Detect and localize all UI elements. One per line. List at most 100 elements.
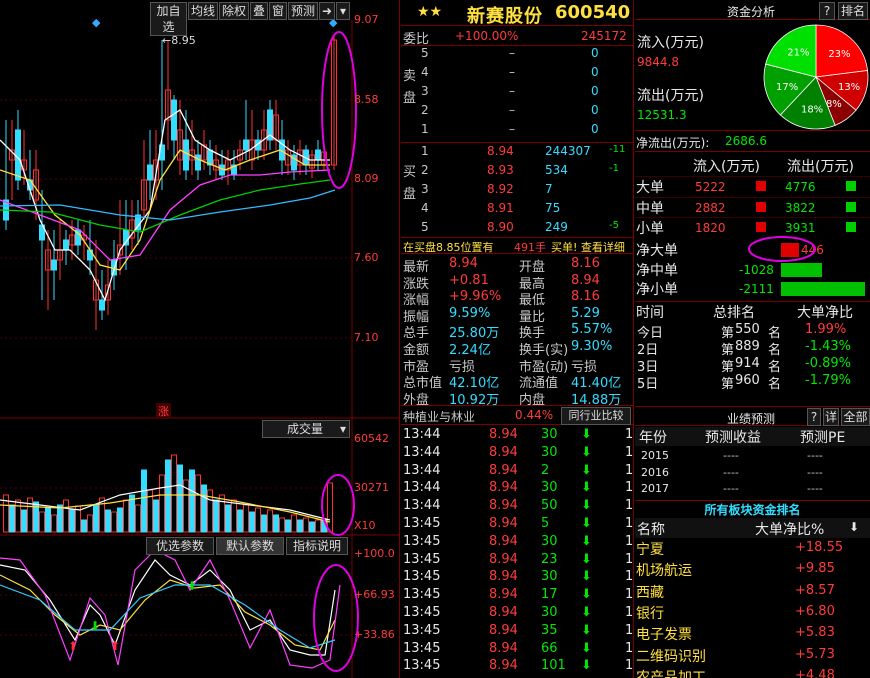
highlight-circle-volume	[321, 474, 355, 536]
sell-level[interactable]: 4–0	[419, 65, 632, 84]
outflow-square	[846, 201, 856, 212]
buy-level[interactable]: 4 8.91 75	[419, 201, 632, 220]
volume-bar	[81, 519, 87, 533]
ranking-table: 时间 总排名 大单净比 今日第 550 名 1.99% 2日第 889 名 -1.43% 3日第 914…	[635, 302, 870, 392]
order-size-table: 大单 5222 4776 中单 2882 3822 小单 1820 3931	[635, 176, 870, 238]
arrow-up-icon: ⬆	[68, 639, 78, 653]
add-favorite-button[interactable]: 加自选	[150, 2, 187, 36]
capital-pie-chart: 23%13%8%18%17%21%	[763, 24, 869, 130]
sort-desc-icon[interactable]: ⬇	[849, 520, 859, 534]
big-order-notice[interactable]: 在买盘8.85位置有 491手 买单! 查看详细	[401, 237, 634, 254]
chevron-down-icon[interactable]: ▾	[336, 2, 350, 20]
candle-body	[99, 299, 105, 311]
forecast-button[interactable]: 预测	[288, 2, 318, 20]
buy-level[interactable]: 1 8.94 244307 -11	[419, 144, 632, 163]
kline-chart[interactable]: ◆ ◆ ◆ ⬆ ⬆ ⬇ ⬇	[0, 0, 400, 678]
inflow-value: 9844.8	[637, 55, 679, 69]
volume-bar	[297, 519, 303, 533]
tab-default-params[interactable]: 默认参数	[216, 537, 284, 555]
volume-bar	[63, 499, 69, 533]
arrow-down-icon: ⬇	[581, 498, 592, 514]
tab-indicator-help[interactable]: 指标说明	[286, 537, 348, 555]
arrow-up-icon: ⬆	[110, 639, 120, 653]
sector-rank-row[interactable]: 机场航运 +9.85	[635, 560, 870, 579]
volume-bar	[195, 474, 201, 533]
ma-button[interactable]: 均线	[188, 2, 218, 20]
sector-rank-row[interactable]: 银行 +6.80	[635, 603, 870, 622]
sector-rank-row[interactable]: 二维码识别 +5.73	[635, 646, 870, 665]
tick-row: 13:45 8.94 66 ⬇ 1	[403, 640, 634, 656]
exright-button[interactable]: 除权	[219, 2, 249, 20]
volume-bar	[225, 504, 231, 533]
candle-body	[147, 164, 153, 181]
volume-bar	[45, 507, 51, 533]
volume-bar	[285, 519, 291, 533]
sell-orders: 5–0 4–0 3–0 2–0 1–0	[419, 46, 632, 142]
forecast-row: 2017 ---- ----	[641, 482, 823, 495]
sector-rank-row[interactable]: 农产品加工 +4.48	[635, 667, 870, 678]
star-rating: ★★	[417, 4, 443, 20]
tick-row: 13:45 8.94 30 ⬇ 1	[403, 605, 634, 620]
sector-name[interactable]: 种植业与林业	[403, 408, 475, 425]
help-button[interactable]: ?	[819, 2, 835, 20]
all-button[interactable]: 全部	[841, 408, 870, 426]
tick-row: 13:45 8.94 5 ⬇ 1	[403, 516, 634, 531]
tick-row: 13:45 8.94 30 ⬇ 1	[403, 533, 634, 549]
arrow-down-icon: ⬇	[581, 480, 592, 496]
volume-tick: 60542	[354, 432, 389, 445]
sell-level[interactable]: 5–0	[419, 46, 632, 65]
net-order-bar	[781, 262, 822, 277]
pie-slice-label: 17%	[776, 82, 798, 93]
detail-button[interactable]: 详	[823, 408, 839, 426]
buy-level[interactable]: 3 8.92 7	[419, 182, 632, 201]
volume-bar	[129, 494, 135, 533]
sell-level[interactable]: 3–0	[419, 84, 632, 103]
volume-bar	[105, 509, 111, 533]
volume-tick: 30271	[354, 481, 389, 494]
pie-slice-label: 21%	[787, 48, 809, 59]
volume-bar	[291, 514, 297, 533]
buy-label: 买盘	[403, 165, 417, 202]
volume-bar	[153, 499, 159, 533]
tick-row: 13:45 8.94 30 ⬇ 1	[403, 569, 634, 585]
arrow-down-icon: ⬇	[581, 427, 592, 442]
tick-row: 13:44 8.94 30 ⬇ 1	[403, 444, 634, 460]
overlay-button[interactable]: 叠	[250, 2, 268, 20]
ma20-line	[0, 169, 331, 261]
forecast-columns: 年份 预测收益 预测PE	[635, 427, 870, 446]
candle-body	[195, 154, 201, 171]
volume-bar	[141, 469, 147, 533]
volume-bar	[309, 521, 315, 533]
volume-indicator-select[interactable]: 成交量 ▾	[262, 420, 350, 438]
rank-button[interactable]: 排名	[838, 2, 868, 20]
volume-bar	[171, 454, 177, 533]
zhang-badge: 涨	[156, 403, 171, 419]
sell-level[interactable]: 2–0	[419, 103, 632, 122]
outflow-label: 流出(万元)	[637, 88, 704, 104]
tab-optimal-params[interactable]: 优选参数	[146, 537, 214, 555]
window-button[interactable]: 窗	[269, 2, 287, 20]
help-button[interactable]: ?	[807, 408, 821, 426]
inflow-square	[756, 222, 766, 232]
buy-level[interactable]: 2 8.93 534 -1	[419, 163, 632, 182]
volume-bar	[327, 482, 333, 533]
sector-rank-row[interactable]: 西藏 +8.57	[635, 582, 870, 601]
sector-rank-row[interactable]: 电子发票 +5.83	[635, 624, 870, 643]
order-ratio-row: 委比 +100.00% 245172	[401, 27, 634, 47]
sell-level[interactable]: 1–0	[419, 122, 632, 141]
price-tick: 9.07	[354, 13, 379, 26]
tick-list: 13:44 8.94 30 ⬇ 1 13:44 8.94 30 ⬇ 1 13:44 8.94 2 ⬇ 1 13…	[401, 427, 634, 678]
pie-slice-label: 23%	[828, 49, 850, 60]
expand-icon[interactable]: ➜	[319, 2, 335, 20]
compare-industry-button[interactable]: 同行业比较	[561, 407, 631, 425]
kline-chart-panel[interactable]: ◆ ◆ ◆ ⬆ ⬆ ⬇ ⬇ 加自选 均线 除权 叠 窗 预测 ➜ ▾ ←8.95…	[0, 0, 400, 678]
volume-bar	[279, 517, 285, 533]
tick-row: 13:45 8.94 17 ⬇ 1	[403, 587, 634, 603]
volume-bar	[255, 507, 261, 533]
sector-rank-header: 所有板块资金排名	[635, 500, 870, 518]
sector-rank-row[interactable]: 宁夏 +18.55	[635, 539, 870, 558]
price-tick: 7.10	[354, 331, 379, 344]
indicator-tick: +66.93	[354, 588, 395, 601]
capital-panel: 资金分析 ? 排名 流入(万元) 9844.8 流出(万元) 12531.3 2…	[635, 0, 870, 678]
candle-body	[51, 259, 57, 271]
